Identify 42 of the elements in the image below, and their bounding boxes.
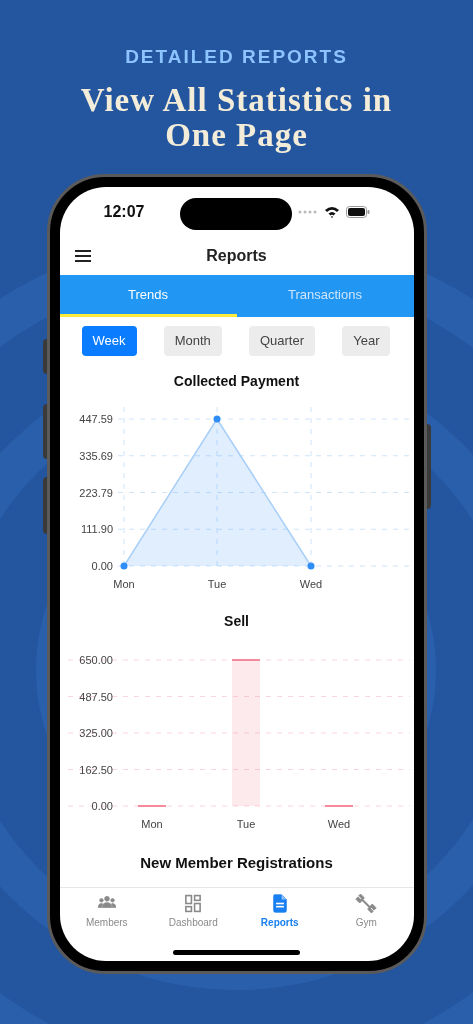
period-button[interactable]: Year <box>342 326 391 356</box>
period-button[interactable]: Month <box>163 326 222 356</box>
axis-label: 111.90 <box>80 523 113 536</box>
data-point <box>120 562 127 570</box>
chart-title: Sell <box>223 612 250 631</box>
wifi-icon <box>323 206 340 218</box>
axis-label: 650.00 <box>78 654 113 666</box>
axis-label: 0.00 <box>91 560 113 572</box>
nav-tab[interactable]: Reports <box>236 894 323 930</box>
axis-label: 447.59 <box>78 413 113 425</box>
signal-icon <box>297 210 318 214</box>
axis-label: 335.69 <box>78 449 113 462</box>
headline-text: View All Statistics in <box>80 83 393 118</box>
axis-label: Wed <box>299 578 322 589</box>
dumbbell-icon <box>355 894 378 913</box>
headline-text: One Page <box>165 118 308 153</box>
nav-tab[interactable]: Gym <box>323 894 410 930</box>
nav-tab[interactable]: Members <box>63 894 150 930</box>
axis-label: Wed <box>327 818 350 830</box>
kicker-text: DETAILED REPORTS <box>125 45 348 69</box>
period-button[interactable]: Quarter <box>248 326 316 356</box>
axis-label: Mon <box>112 578 135 589</box>
chart-title: Collected Payment <box>172 372 301 391</box>
screen-title: Reports <box>206 246 267 266</box>
axis-label: Mon <box>140 818 163 830</box>
battery-icon <box>345 206 370 218</box>
section-title: New Member Registrations <box>139 853 334 873</box>
nav-tab[interactable]: Dashboard <box>150 894 237 930</box>
axis-label: Tue <box>236 818 255 830</box>
axis-label: 487.50 <box>78 690 113 703</box>
tab[interactable]: Transactions <box>236 275 414 317</box>
data-point <box>213 415 220 423</box>
axis-label: 325.00 <box>78 727 113 739</box>
axis-label: 0.00 <box>91 800 113 812</box>
menu-icon[interactable] <box>74 250 91 262</box>
status-time: 12:07 <box>103 202 145 222</box>
axis-label: Tue <box>207 578 226 589</box>
axis-label: 162.50 <box>78 763 113 776</box>
tab[interactable]: Trends <box>59 275 237 317</box>
data-point <box>307 562 314 570</box>
period-button[interactable]: Week <box>81 326 137 356</box>
axis-label: 223.79 <box>78 486 113 499</box>
